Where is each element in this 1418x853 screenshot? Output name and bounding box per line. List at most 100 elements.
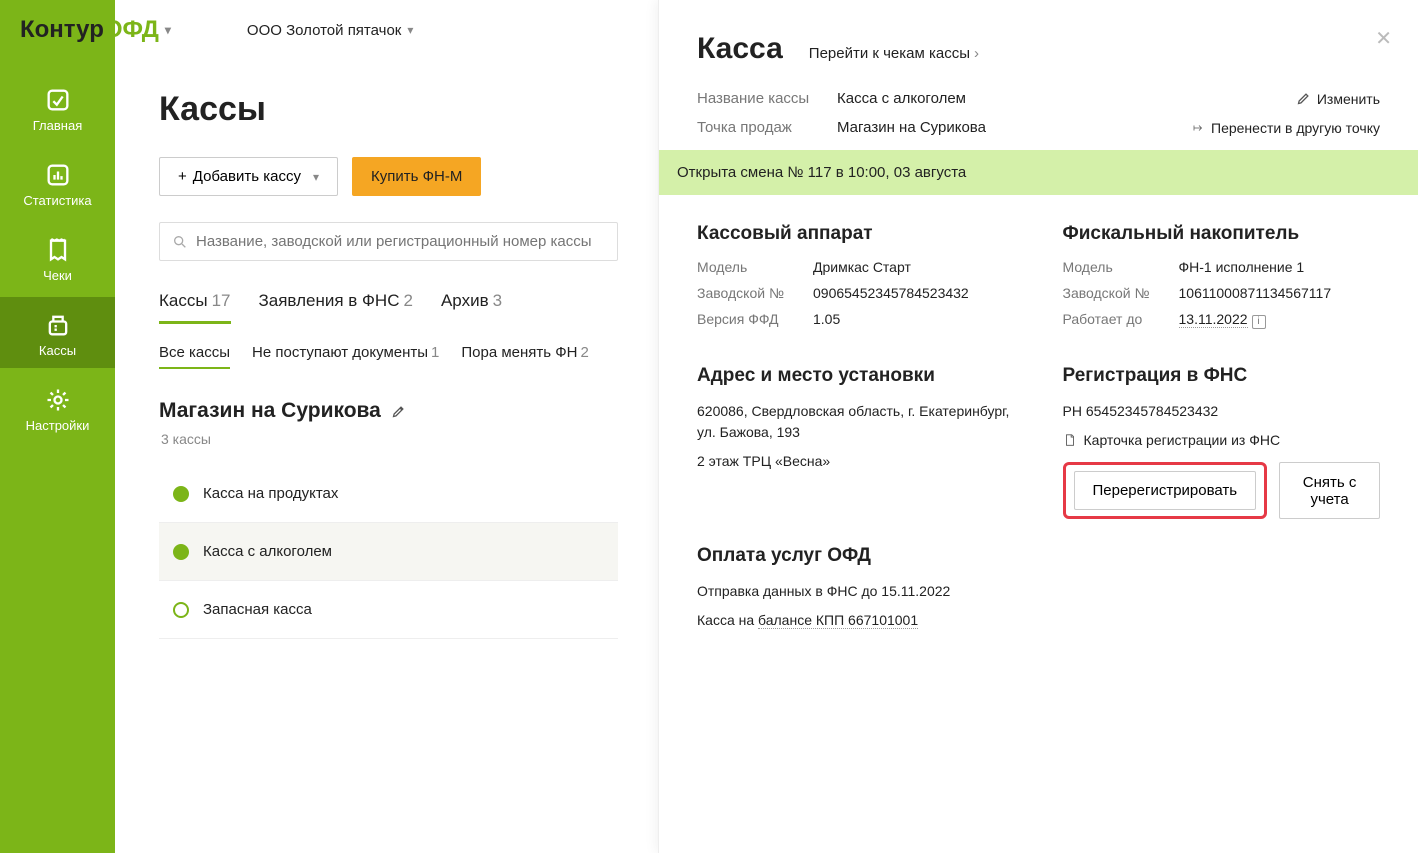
cash-name: Касса с алкоголем (203, 543, 332, 560)
kv-label: Модель (697, 259, 813, 275)
until-date-link[interactable]: 13.11.2022 (1179, 311, 1248, 328)
fns-card-link[interactable]: Карточка регистрации из ФНС (1063, 432, 1381, 448)
buy-fn-button[interactable]: Купить ФН-М (352, 157, 481, 196)
list-item[interactable]: Касса с алкоголем (159, 523, 618, 581)
nav-settings[interactable]: Настройки (0, 372, 115, 443)
subtab-count: 2 (581, 344, 589, 361)
kv-label: Модель (1063, 259, 1179, 275)
edit-icon[interactable] (391, 404, 406, 419)
nav-home[interactable]: Главная (0, 72, 115, 143)
add-cash-button[interactable]: + Добавить кассу ▾ (159, 157, 338, 196)
device-title: Кассовый аппарат (697, 223, 1015, 245)
link-text: Карточка регистрации из ФНС (1084, 432, 1281, 448)
tab-label: Архив (441, 291, 489, 310)
kv-label: Заводской № (1063, 285, 1179, 301)
chevron-down-icon[interactable]: ▾ (407, 23, 413, 37)
edit-action[interactable]: Изменить (1296, 91, 1380, 107)
subtab-nodocs[interactable]: Не поступают документы1 (252, 344, 439, 369)
org-selector[interactable]: ООО Золотой пятачок ▾ (247, 22, 413, 39)
kv-value: ФН-1 исполнение 1 (1179, 259, 1305, 275)
list-item[interactable]: Касса на продуктах (159, 465, 618, 523)
subtab-label: Все кассы (159, 344, 230, 361)
nav-label: Главная (33, 118, 82, 133)
point-label: Точка продаж (697, 119, 837, 136)
status-dot-active (173, 486, 189, 502)
status-dot-inactive (173, 602, 189, 618)
move-action[interactable]: Перенести в другую точку (1191, 120, 1380, 136)
ofd-send-until: Отправка данных в ФНС до 15.11.2022 (697, 581, 1380, 602)
tab-count: 3 (493, 291, 502, 310)
nav-label: Кассы (39, 343, 76, 358)
name-label: Название кассы (697, 90, 837, 107)
logo[interactable]: КонтурОФД ▾ (20, 16, 171, 44)
org-name-text: ООО Золотой пятачок (247, 22, 401, 39)
nav-cash[interactable]: Кассы (0, 297, 115, 368)
stats-icon (44, 161, 72, 189)
balance-link[interactable]: балансе КПП 667101001 (758, 612, 918, 629)
balance-prefix: Касса на (697, 612, 758, 628)
search-input[interactable] (196, 233, 605, 250)
tab-count: 17 (212, 291, 231, 310)
address-title: Адрес и место установки (697, 365, 1015, 387)
group-header: Магазин на Сурикова (159, 399, 618, 423)
tab-cash[interactable]: Кассы17 (159, 291, 231, 324)
search-box[interactable] (159, 222, 618, 261)
name-value: Касса с алкоголем (837, 90, 966, 107)
shift-banner: Открыта смена № 117 в 10:00, 03 августа (659, 150, 1418, 195)
tab-fns[interactable]: Заявления в ФНС2 (259, 291, 413, 324)
kv-label: Версия ФФД (697, 311, 813, 327)
main-tabs: Кассы17 Заявления в ФНС2 Архив3 (159, 291, 618, 324)
page-title: Кассы (159, 90, 618, 129)
nav-stats[interactable]: Статистика (0, 147, 115, 218)
remove-button[interactable]: Снять с учета (1279, 462, 1380, 519)
chevron-down-icon[interactable]: ▾ (165, 23, 171, 37)
ofd-balance: Касса на балансе КПП 667101001 (697, 610, 1380, 631)
point-value: Магазин на Сурикова (837, 119, 986, 136)
info-icon[interactable]: i (1252, 315, 1266, 329)
subtab-changefn[interactable]: Пора менять ФН2 (461, 344, 588, 369)
subtab-label: Не поступают документы (252, 344, 428, 361)
main-content: Кассы + Добавить кассу ▾ Купить ФН-М Кас… (115, 0, 658, 853)
nav-label: Настройки (26, 418, 90, 433)
gear-icon (44, 386, 72, 414)
action-text: Изменить (1317, 91, 1380, 107)
button-label: Купить ФН-М (371, 168, 462, 185)
tab-count: 2 (404, 291, 413, 310)
plus-icon: + (178, 168, 187, 185)
kv-value: Дримкас Старт (813, 259, 911, 275)
kv-label: Заводской № (697, 285, 813, 301)
topbar: КонтурОФД ▾ ООО Золотой пятачок ▾ (0, 0, 1418, 60)
edit-icon (1296, 91, 1311, 106)
home-icon (44, 86, 72, 114)
detail-panel: ✕ Касса Перейти к чекам кассы› Название … (658, 0, 1418, 853)
nav-cheques[interactable]: Чеки (0, 222, 115, 293)
subtab-label: Пора менять ФН (461, 344, 577, 361)
sidebar: Главная Статистика Чеки Кассы Настройки (0, 0, 115, 853)
kv-value: 13.11.2022 i (1179, 311, 1266, 329)
button-label: Добавить кассу (193, 168, 301, 185)
kv-value: 10611000871134567117 (1179, 285, 1332, 301)
document-icon (1063, 432, 1077, 448)
highlight-frame: Перерегистрировать (1063, 462, 1268, 519)
fn-title: Фискальный накопитель (1063, 223, 1381, 245)
subtab-count: 1 (431, 344, 439, 361)
button-label: Снять с учета (1298, 474, 1361, 508)
tab-label: Кассы (159, 291, 208, 310)
search-icon (172, 234, 188, 250)
sub-tabs: Все кассы Не поступают документы1 Пора м… (159, 344, 618, 369)
group-name: Магазин на Сурикова (159, 399, 381, 423)
tab-archive[interactable]: Архив3 (441, 291, 502, 324)
button-label: Перерегистрировать (1093, 482, 1238, 499)
kv-value: 1.05 (813, 311, 840, 327)
fns-rn: РН 65452345784523432 (1063, 401, 1381, 422)
cash-list: Касса на продуктах Касса с алкоголем Зап… (159, 465, 618, 639)
subtab-all[interactable]: Все кассы (159, 344, 230, 369)
reregister-button[interactable]: Перерегистрировать (1074, 471, 1257, 510)
group-subtitle: 3 кассы (161, 431, 618, 447)
receipt-icon (44, 236, 72, 264)
kv-value: 09065452345784523432 (813, 285, 969, 301)
list-item[interactable]: Запасная касса (159, 581, 618, 639)
status-dot-active (173, 544, 189, 560)
ofd-title: Оплата услуг ОФД (697, 545, 1380, 567)
address-line2: 2 этаж ТРЦ «Весна» (697, 451, 1015, 472)
